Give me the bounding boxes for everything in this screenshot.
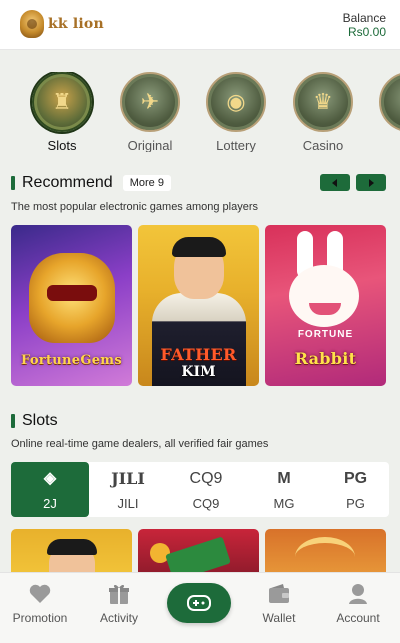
provider-name: JILI (117, 496, 139, 511)
lottery-icon: ◉ (206, 72, 266, 132)
character-hair-art (172, 237, 226, 257)
wallet-icon (266, 583, 292, 605)
provider-name: 2J (43, 496, 57, 511)
recommend-subtitle: The most popular electronic games among … (11, 201, 259, 213)
category-slots[interactable]: ♜ Slots (27, 72, 97, 152)
brand-logo[interactable]: kk lion (20, 10, 104, 38)
horns-art (295, 537, 355, 577)
category-label: Lottery (216, 138, 256, 152)
provider-2j-icon: ◈ (43, 470, 57, 487)
bottom-nav: Promotion Activity Wallet Account (0, 572, 400, 643)
recommend-pager (320, 174, 386, 191)
nav-promotion[interactable]: Promotion (0, 573, 80, 643)
category-more-icon (379, 72, 400, 132)
provider-tabs: ◈ 2J JILI JILI CQ9 CQ9 M MG PG PG (11, 462, 389, 517)
section-marker (11, 176, 15, 190)
balance-value: Rs0.00 (347, 25, 386, 39)
slots-icon: ♜ (32, 72, 92, 132)
provider-mg-icon: M (277, 470, 291, 487)
gamepad-icon (187, 595, 211, 611)
balance-display[interactable]: Balance Rs0.00 (343, 11, 386, 39)
game-title: FortuneGems (21, 353, 122, 368)
slots-subtitle: Online real-time game dealers, all verif… (11, 438, 269, 450)
slots-header: Slots (11, 412, 58, 430)
game-title-top: FORTUNE (297, 329, 354, 340)
provider-name: PG (346, 496, 365, 511)
recommend-header: Recommend More 9 (11, 174, 171, 192)
account-icon (345, 583, 371, 605)
provider-jili-logo: JILI (111, 469, 145, 488)
game-title-line2: KIM (181, 364, 216, 380)
category-lottery[interactable]: ◉ Lottery (201, 72, 271, 152)
rabbit-head-art (289, 265, 359, 327)
game-title: Rabbit (294, 349, 357, 368)
gift-icon (106, 583, 132, 605)
games-center-button[interactable] (167, 583, 231, 623)
slots-title: Slots (22, 412, 58, 429)
category-strip: ♜ Slots ✈ Original ◉ Lottery ♛ Casino (0, 72, 400, 152)
provider-pg-logo: PG (343, 470, 368, 487)
category-label: Original (127, 138, 173, 152)
recommend-more-button[interactable]: More 9 (122, 175, 171, 191)
game-card-fortune-rabbit[interactable]: FORTUNE Rabbit (265, 225, 386, 386)
chevron-right-icon (369, 178, 374, 187)
lion-logo-icon (20, 10, 44, 38)
game-title: FATHER (160, 345, 237, 364)
nav-wallet[interactable]: Wallet (239, 573, 319, 643)
promotion-icon (27, 583, 53, 605)
nav-label: Activity (99, 611, 138, 625)
provider-name: CQ9 (192, 496, 220, 511)
character-hair-art (47, 539, 97, 555)
nav-label: Wallet (262, 611, 296, 625)
next-button[interactable] (356, 174, 386, 191)
golden-mask-art (29, 253, 115, 343)
recommend-title: Recommend (22, 174, 113, 191)
game-card-father-kim[interactable]: FATHER KIM (138, 225, 259, 386)
provider-tab-pg[interactable]: PG PG (322, 462, 389, 517)
category-more-partial[interactable] (374, 72, 400, 132)
provider-tab-2j[interactable]: ◈ 2J (11, 462, 89, 517)
balance-label: Balance (342, 11, 386, 25)
provider-tab-jili[interactable]: JILI JILI (89, 462, 167, 517)
prev-button[interactable] (320, 174, 350, 191)
provider-cq9-logo: CQ9 (189, 470, 223, 487)
category-label: Casino (302, 138, 344, 152)
app-header: kk lion Balance Rs0.00 (0, 0, 400, 50)
nav-account[interactable]: Account (318, 573, 398, 643)
chevron-left-icon (332, 178, 337, 187)
category-original[interactable]: ✈ Original (115, 72, 185, 152)
provider-tab-mg[interactable]: M MG (245, 462, 323, 517)
provider-tab-cq9[interactable]: CQ9 CQ9 (167, 462, 245, 517)
nav-label: Account (336, 611, 380, 625)
nav-activity[interactable]: Activity (79, 573, 159, 643)
section-marker (11, 414, 15, 428)
provider-name: MG (273, 496, 295, 511)
nav-label: Promotion (12, 611, 68, 625)
category-label: Slots (47, 138, 77, 152)
original-icon: ✈ (120, 72, 180, 132)
brand-name: kk lion (48, 16, 104, 32)
category-casino[interactable]: ♛ Casino (288, 72, 358, 152)
game-card-fortune-gems[interactable]: FortuneGems (11, 225, 132, 386)
casino-icon: ♛ (293, 72, 353, 132)
